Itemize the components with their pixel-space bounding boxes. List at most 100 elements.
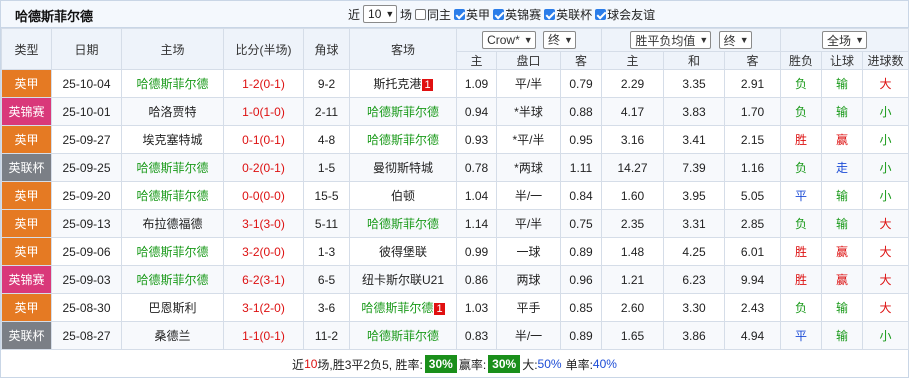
match-count-select[interactable]: 10 ▼ xyxy=(363,5,398,23)
corner-score: 6-5 xyxy=(303,265,350,294)
away-team-name: 哈德斯菲尔德 xyxy=(366,217,439,231)
summary-bar: 近 10 场,胜3平2负5, 胜率: 30% 赢率: 30% 大: 50% 单率: 40… xyxy=(1,351,908,377)
win-loss-result: 负 xyxy=(780,69,823,98)
away-team-name: 哈德斯菲尔德 xyxy=(366,329,439,343)
goals-result: 小 xyxy=(862,181,909,210)
competition-badge[interactable]: 英联杯 xyxy=(1,153,52,182)
table-row: 英锦赛 25-10-01 哈洛贾特 1-0(1-0) 2-11 哈德斯菲尔德 0.94 *半球… xyxy=(1,97,909,126)
score-cell[interactable]: 1-2(0-1) xyxy=(223,69,304,98)
asian-home-odds: 1.09 xyxy=(456,69,497,98)
competition-badge[interactable]: 英联杯 xyxy=(1,321,52,350)
competition-checkbox-2[interactable]: 英锦赛 xyxy=(493,6,541,23)
away-team[interactable]: 曼彻斯特城 xyxy=(349,153,457,182)
away-team[interactable]: 纽卡斯尔联U21 xyxy=(349,265,457,294)
half-score: (2-0) xyxy=(259,300,285,315)
company-select[interactable]: Crow* ▼ xyxy=(482,31,536,50)
away-team[interactable]: 哈德斯菲尔德 xyxy=(349,209,457,238)
competition-checkbox-1[interactable]: 英甲 xyxy=(454,6,490,23)
goals-result: 大 xyxy=(862,209,909,238)
score-cell[interactable]: 6-2(3-1) xyxy=(223,265,304,294)
score-cell[interactable]: 1-1(0-1) xyxy=(223,321,304,350)
home-team[interactable]: 哈德斯菲尔德 xyxy=(121,265,224,294)
competition-badge[interactable]: 英甲 xyxy=(1,209,52,238)
away-team[interactable]: 哈德斯菲尔德 xyxy=(349,321,457,350)
competition-label: 英联杯 xyxy=(556,7,593,22)
score: 1-2 xyxy=(242,76,260,91)
home-team-name: 哈德斯菲尔德 xyxy=(136,273,209,287)
chevron-down-icon: ▼ xyxy=(564,34,573,45)
score-cell[interactable]: 0-0(0-0) xyxy=(223,181,304,210)
table-row: 英联杯 25-09-25 哈德斯菲尔德 0-2(0-1) 1-5 曼彻斯特城 0.78 *两球… xyxy=(1,153,909,182)
match-date: 25-09-03 xyxy=(51,265,122,294)
odds-time-select-2[interactable]: 终 ▼ xyxy=(718,31,752,49)
away-team-name: 曼彻斯特城 xyxy=(372,161,433,175)
away-team[interactable]: 彼得堡联 xyxy=(349,237,457,266)
asian-odds-header: Crow* ▼ 终 ▼ xyxy=(456,28,602,52)
home-team[interactable]: 哈洛贾特 xyxy=(121,97,224,126)
asian-away-odds: 0.95 xyxy=(560,125,602,154)
home-team[interactable]: 哈德斯菲尔德 xyxy=(121,69,224,98)
home-team[interactable]: 桑德兰 xyxy=(121,321,224,350)
competition-checkbox-3[interactable]: 英联杯 xyxy=(544,6,592,23)
asian-home-odds: 0.93 xyxy=(456,125,497,154)
score-cell[interactable]: 1-0(1-0) xyxy=(223,97,304,126)
odd-rate-label: 单率: xyxy=(565,357,593,372)
competition-badge[interactable]: 英甲 xyxy=(1,293,52,322)
ah-rate-label: 赢率: xyxy=(458,357,487,372)
euro-home-odds: 1.65 xyxy=(601,321,664,350)
goals-result: 小 xyxy=(862,97,909,126)
home-team[interactable]: 哈德斯菲尔德 xyxy=(121,153,224,182)
competition-badge[interactable]: 英锦赛 xyxy=(1,97,52,126)
odds-time-select-1[interactable]: 终 ▼ xyxy=(543,30,576,49)
chevron-down-icon: ▼ xyxy=(699,35,709,45)
match-date: 25-10-04 xyxy=(51,69,122,98)
table-row: 英锦赛 25-09-03 哈德斯菲尔德 6-2(3-1) 6-5 纽卡斯尔联U21 0.86… xyxy=(1,265,909,294)
away-team[interactable]: 哈德斯菲尔德 xyxy=(349,97,457,126)
score-cell[interactable]: 0-2(0-1) xyxy=(223,153,304,182)
same-home-checkbox[interactable]: 同主 xyxy=(415,6,451,23)
competition-badge[interactable]: 英甲 xyxy=(1,181,52,210)
euro-select-value: 胜平负均值 xyxy=(635,33,696,48)
euro-away-odds: 6.01 xyxy=(723,237,782,266)
goals-result: 大 xyxy=(862,265,909,294)
sub-euro-home: 主 xyxy=(601,51,664,70)
competition-badge[interactable]: 英甲 xyxy=(1,125,52,154)
home-team-name: 桑德兰 xyxy=(154,329,191,343)
score-cell[interactable]: 3-2(0-0) xyxy=(223,237,304,266)
asian-line: 一球 xyxy=(496,237,561,266)
score-cell[interactable]: 0-1(0-1) xyxy=(223,125,304,154)
away-team[interactable]: 斯托克港 1 xyxy=(349,69,457,98)
scope-select[interactable]: 全场 ▼ xyxy=(822,31,867,49)
competition-checkbox-4[interactable]: 球会友谊 xyxy=(595,6,655,23)
euro-home-odds: 2.29 xyxy=(601,69,664,98)
home-team[interactable]: 埃克塞特城 xyxy=(121,125,224,154)
goals-result: 大 xyxy=(862,293,909,322)
asian-away-odds: 0.96 xyxy=(560,265,602,294)
score-cell[interactable]: 3-1(2-0) xyxy=(223,293,304,322)
away-team[interactable]: 伯顿 xyxy=(349,181,457,210)
home-team-name: 哈洛贾特 xyxy=(148,105,197,119)
score-cell[interactable]: 3-1(3-0) xyxy=(223,209,304,238)
away-team[interactable]: 哈德斯菲尔德 xyxy=(349,125,457,154)
win-loss-result: 胜 xyxy=(780,125,823,154)
competition-badge[interactable]: 英甲 xyxy=(1,237,52,266)
home-team[interactable]: 布拉德福德 xyxy=(121,209,224,238)
home-team[interactable]: 哈德斯菲尔德 xyxy=(121,181,224,210)
home-team[interactable]: 哈德斯菲尔德 xyxy=(121,237,224,266)
half-score: (3-1) xyxy=(259,272,285,287)
filter-bar: 近 10 ▼ 场 同主 英甲 英锦赛 英联杯 球会友谊 xyxy=(348,5,655,23)
half-score: (0-1) xyxy=(259,76,285,91)
half-score: (1-0) xyxy=(259,104,285,119)
competition-badge[interactable]: 英锦赛 xyxy=(1,265,52,294)
scope-select-value: 全场 xyxy=(827,33,852,48)
home-team[interactable]: 巴恩斯利 xyxy=(121,293,224,322)
team-title: 哈德斯菲尔德 xyxy=(15,9,94,24)
competition-badge[interactable]: 英甲 xyxy=(1,69,52,98)
away-team[interactable]: 哈德斯菲尔德 1 xyxy=(349,293,457,322)
asian-line: 半/一 xyxy=(496,321,561,350)
table-row: 英甲 25-10-04 哈德斯菲尔德 1-2(0-1) 9-2 斯托克港 1 1.09 平/半 0… xyxy=(1,69,909,98)
match-date: 25-09-13 xyxy=(51,209,122,238)
euro-odds-select[interactable]: 胜平负均值 ▼ xyxy=(630,31,712,49)
match-date: 25-09-25 xyxy=(51,153,122,182)
euro-away-odds: 1.16 xyxy=(723,153,782,182)
